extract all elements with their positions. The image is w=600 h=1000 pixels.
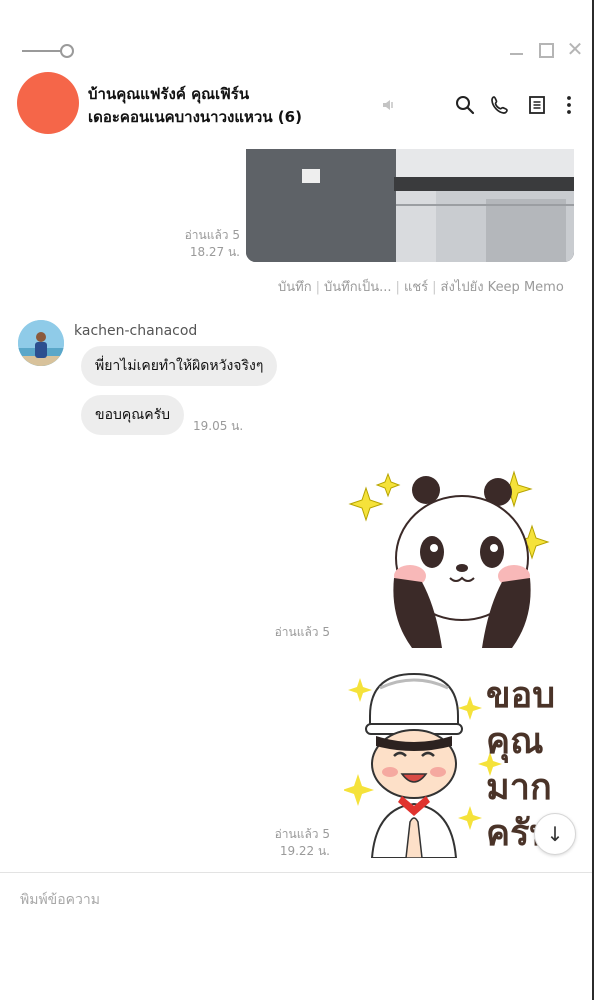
photo-action-save[interactable]: บันทึก — [278, 280, 312, 295]
close-icon[interactable]: ✕ — [566, 39, 584, 59]
sticker2-read-receipt: อ่านแล้ว 5 — [274, 827, 330, 841]
scroll-to-bottom-button[interactable]: ↓ — [534, 813, 576, 855]
photo-action-share[interactable]: แชร์ — [404, 280, 428, 295]
chat-title-line2: เดอะคอนเนคบางนาวงแหวน (6) — [88, 108, 302, 126]
message-bubble[interactable]: ขอบคุณครับ — [81, 395, 184, 435]
pin-toggle-icon[interactable] — [22, 43, 74, 59]
minimize-icon[interactable] — [508, 40, 526, 58]
sticker-text-line2: คุณ — [486, 720, 544, 762]
sticker-text-line1: ขอบ — [486, 674, 556, 716]
sticker-thank-you[interactable]: ขอบ คุณ มาก ครับ — [342, 668, 558, 859]
sticker2-meta: อ่านแล้ว 5 19.22 น. — [262, 826, 330, 860]
photo-action-keep-memo[interactable]: ส่งไปยัง Keep Memo — [441, 280, 564, 295]
group-avatar[interactable] — [17, 72, 79, 134]
sticker2-timestamp: 19.22 น. — [279, 844, 330, 858]
more-vertical-icon[interactable] — [558, 94, 580, 116]
message-bubble[interactable]: พี่ยาไม่เคยทำให้ผิดหวังจริงๆ — [81, 346, 278, 386]
photo-timestamp: 18.27 น. — [189, 245, 240, 259]
chat-title[interactable]: บ้านคุณแฟรังค์ คุณเฟิร์น เดอะคอนเนคบางนา… — [88, 83, 368, 129]
notes-icon[interactable] — [526, 94, 548, 116]
phone-icon[interactable] — [489, 94, 511, 116]
sticker-read-receipt: อ่านแล้ว 5 — [274, 625, 330, 639]
sticker-text-line3: มาก — [486, 766, 552, 808]
photo-actions: บันทึก | บันทึกเป็น... | แชร์ | ส่งไปยัง Keep … — [278, 280, 564, 295]
maximize-icon[interactable] — [536, 40, 554, 58]
photo-meta: อ่านแล้ว 5 18.27 น. — [166, 227, 240, 261]
message-timestamp: 19.05 น. — [193, 419, 244, 433]
sender-name[interactable]: kachen-chanacod — [74, 323, 197, 339]
photo-action-save-as[interactable]: บันทึกเป็น... — [324, 280, 392, 295]
chat-title-line1: บ้านคุณแฟรังค์ คุณเฟิร์น — [88, 85, 250, 103]
message-input[interactable] — [20, 888, 580, 912]
photo-read-receipt: อ่านแล้ว 5 — [184, 228, 240, 242]
sticker-panda[interactable] — [346, 468, 552, 656]
speaker-muted-icon[interactable] — [378, 94, 400, 116]
composer-divider — [0, 872, 592, 873]
arrow-down-icon: ↓ — [546, 822, 564, 846]
avatar[interactable] — [18, 320, 64, 366]
chat-window: ✕ บ้านคุณแฟรังค์ คุณเฟิร์น เดอะคอนเนคบาง… — [0, 0, 594, 1000]
search-icon[interactable] — [454, 94, 476, 116]
shared-photo[interactable] — [246, 149, 574, 262]
